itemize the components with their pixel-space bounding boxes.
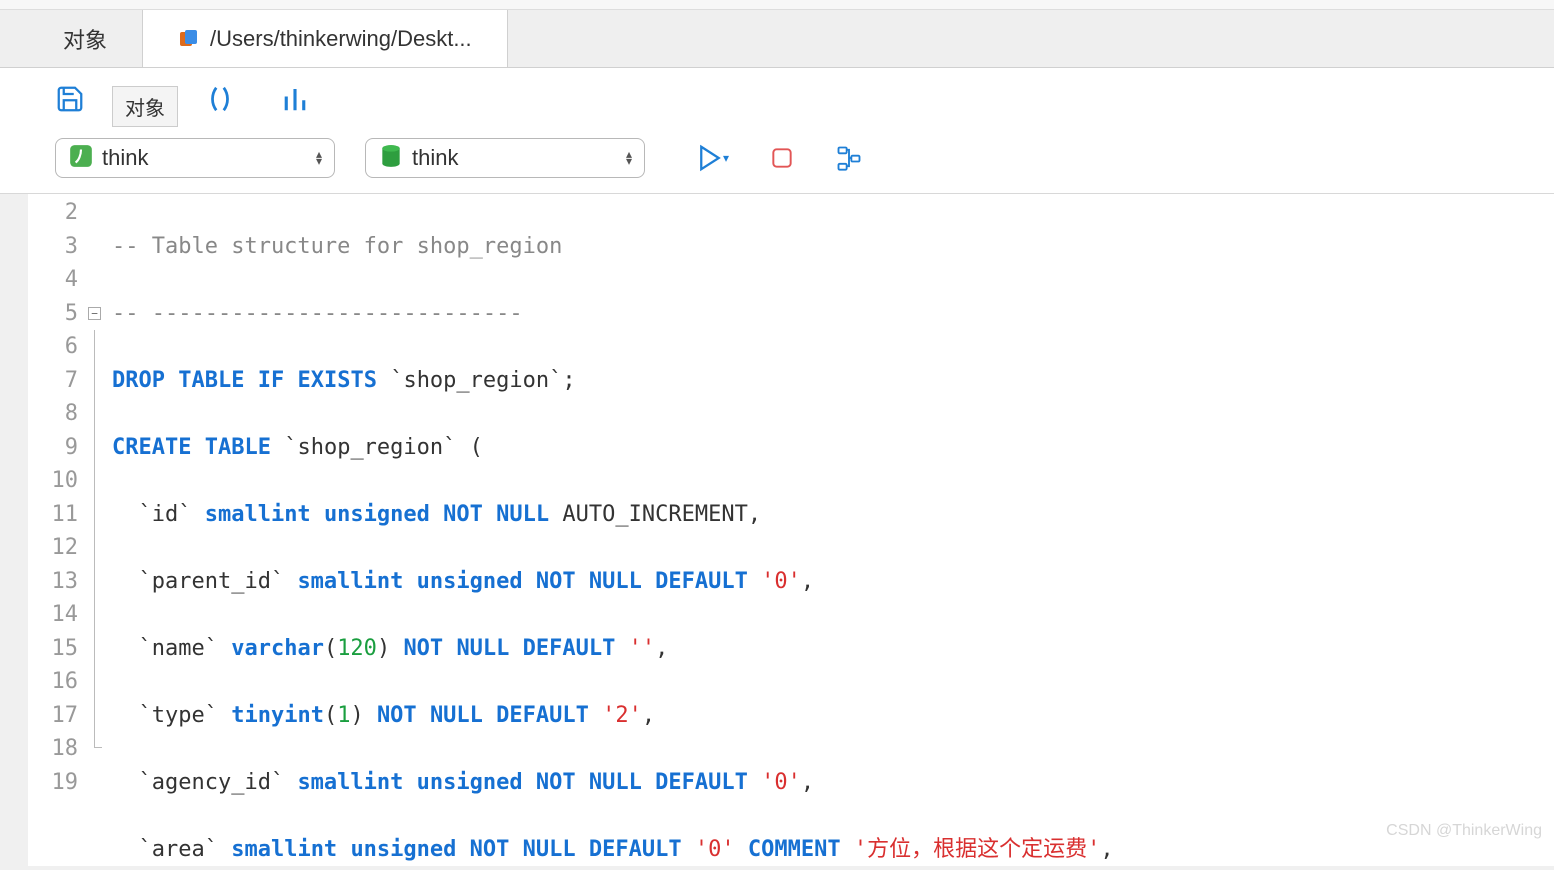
run-icon[interactable]: ▾	[695, 143, 729, 173]
chevron-updown-icon: ▴▾	[316, 151, 322, 165]
tooltip: 对象	[112, 86, 178, 127]
fold-toggle-icon[interactable]: −	[88, 307, 101, 320]
selector-bar: think ▴▾ think ▴▾ ▾	[0, 130, 1554, 194]
tab-label: /Users/thinkerwing/Deskt...	[210, 26, 472, 52]
connection-combo[interactable]: think ▴▾	[55, 138, 335, 178]
fold-column: −	[88, 194, 108, 866]
line-gutter: 2345678910111213141516171819	[28, 194, 88, 866]
explain-icon[interactable]	[835, 143, 863, 173]
chevron-updown-icon: ▴▾	[626, 151, 632, 165]
chart-icon[interactable]	[280, 84, 310, 114]
database-combo[interactable]: think ▴▾	[365, 138, 645, 178]
tab-objects[interactable]: 对象	[28, 10, 143, 67]
database-text: think	[412, 145, 618, 171]
watermark: CSDN @ThinkerWing	[1386, 822, 1542, 840]
tab-bar: 对象 /Users/thinkerwing/Deskt...	[0, 10, 1554, 68]
tab-label: 对象	[63, 23, 107, 55]
code-content[interactable]: -- Table structure for shop_region -- --…	[108, 194, 1554, 866]
menu-bar	[0, 0, 1554, 10]
toolbar: 对象	[0, 68, 1554, 130]
stop-icon[interactable]	[769, 143, 795, 173]
connection-text: think	[102, 145, 308, 171]
parens-icon[interactable]	[205, 84, 235, 114]
connection-icon	[68, 143, 94, 174]
save-icon[interactable]	[55, 84, 85, 114]
file-icon	[178, 28, 200, 50]
database-icon	[378, 143, 404, 174]
tab-file[interactable]: /Users/thinkerwing/Deskt...	[143, 10, 508, 67]
code-editor[interactable]: 2345678910111213141516171819 − -- Table …	[28, 194, 1554, 866]
